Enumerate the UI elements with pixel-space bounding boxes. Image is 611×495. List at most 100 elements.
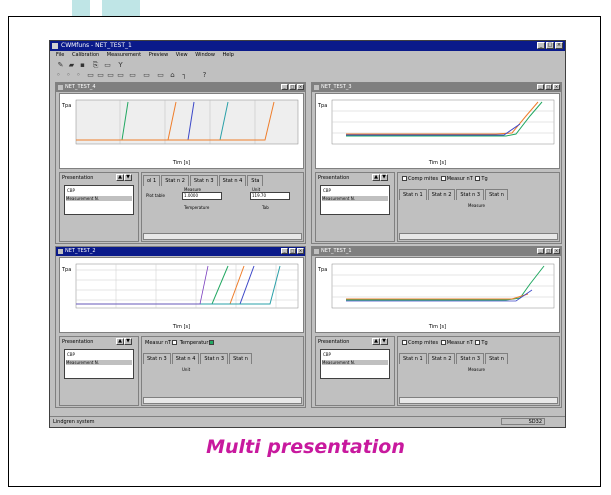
tg-checkbox[interactable]: [475, 176, 481, 181]
subwindow-net-test-3[interactable]: NET_TEST_3 _ □ × Tpa Tim [s] Presentation …: [311, 82, 562, 244]
export-icon[interactable]: ⎘: [91, 61, 100, 69]
filter-icon[interactable]: Y: [116, 61, 125, 69]
tab-station[interactable]: Stat n 3: [143, 353, 171, 364]
help-icon[interactable]: ?: [200, 71, 209, 79]
panel-down-button[interactable]: ▼: [124, 338, 132, 345]
tab-station[interactable]: Stat n 3: [189, 175, 218, 186]
tab-station[interactable]: Stat n 4: [171, 353, 200, 364]
panel-up-button[interactable]: ▲: [116, 338, 124, 345]
save-icon[interactable]: ▪: [78, 61, 87, 69]
horizontal-scrollbar[interactable]: [399, 397, 558, 404]
close-button[interactable]: ×: [555, 42, 563, 49]
tool-icon[interactable]: ▭: [128, 71, 137, 79]
print-icon[interactable]: ▭: [103, 61, 112, 69]
measur-nt-checkbox[interactable]: [440, 340, 446, 345]
panel-up-button[interactable]: ▲: [372, 338, 380, 345]
maximize-button[interactable]: □: [545, 84, 552, 90]
measur-nt-checkbox[interactable]: [440, 176, 446, 181]
panel-down-button[interactable]: ▼: [380, 338, 388, 345]
tab-station[interactable]: Stat n: [485, 353, 508, 364]
comp-mites-checkbox[interactable]: [402, 176, 407, 181]
list-item-selected[interactable]: Measurement N.: [66, 196, 132, 201]
measur-nt-checkbox[interactable]: [172, 340, 178, 345]
horizontal-scrollbar[interactable]: [143, 233, 302, 240]
menu-measurement[interactable]: Measurement: [107, 52, 141, 58]
subwindow-net-test-2[interactable]: NET_TEST_2 _ □ × Tpa Tim [s] Presentatio…: [55, 246, 306, 408]
tool-icon[interactable]: ◦: [64, 71, 73, 79]
open-icon[interactable]: ▰: [67, 61, 76, 69]
close-button[interactable]: ×: [297, 248, 304, 254]
horizontal-scrollbar[interactable]: [399, 233, 558, 240]
list-item[interactable]: CBP: [67, 352, 75, 357]
temperature-checkbox[interactable]: [209, 340, 215, 345]
presentation-list[interactable]: CBP Measurement N.: [64, 185, 134, 215]
list-item-selected[interactable]: Measurement N.: [66, 360, 132, 365]
tab-station[interactable]: Stat n: [485, 189, 508, 200]
panel-up-button[interactable]: ▲: [372, 174, 380, 181]
measure-field[interactable]: 1.0000: [182, 192, 222, 200]
app-icon: [52, 43, 58, 49]
menu-window[interactable]: Window: [195, 52, 215, 58]
menu-view[interactable]: View: [176, 52, 188, 58]
tool-icon[interactable]: ▭: [142, 71, 151, 79]
unit-field[interactable]: 119.70: [250, 192, 290, 200]
tool-icon[interactable]: ▭: [96, 71, 105, 79]
tab-station[interactable]: Stat n 2: [427, 353, 456, 364]
close-button[interactable]: ×: [297, 84, 304, 90]
horizontal-scrollbar[interactable]: [143, 397, 302, 404]
list-item[interactable]: CBP: [323, 352, 331, 357]
tab-station[interactable]: Stat n 3: [456, 189, 485, 200]
maximize-button[interactable]: □: [546, 42, 554, 49]
presentation-list[interactable]: CBP Measurement N.: [320, 349, 390, 379]
minimize-button[interactable]: _: [537, 248, 544, 254]
maximize-button[interactable]: □: [289, 84, 296, 90]
tool-icon[interactable]: ◦: [74, 71, 83, 79]
tab-station[interactable]: Sta: [247, 175, 264, 186]
menu-calibration[interactable]: Calibration: [72, 52, 99, 58]
tool-icon[interactable]: ▭: [106, 71, 115, 79]
minimize-button[interactable]: _: [537, 84, 544, 90]
subwindow-net-test-1[interactable]: NET_TEST_1 _ □ × Tpa Tim [s] Presentation …: [311, 246, 562, 408]
presentation-list[interactable]: CBP Measurement N.: [320, 185, 390, 215]
presentation-list[interactable]: CBP Measurement N.: [64, 349, 134, 379]
list-item[interactable]: CBP: [323, 188, 331, 193]
list-item-selected[interactable]: Measurement N.: [322, 196, 388, 201]
minimize-button[interactable]: _: [281, 248, 288, 254]
tab-station[interactable]: Stat n 2: [427, 189, 456, 200]
close-button[interactable]: ×: [553, 84, 560, 90]
tab-station[interactable]: Stat n 1: [399, 353, 427, 364]
maximize-button[interactable]: □: [289, 248, 296, 254]
tab-station[interactable]: Stat n 4: [218, 175, 247, 186]
tool-icon[interactable]: ▭: [116, 71, 125, 79]
tab-station[interactable]: Stat n: [229, 353, 252, 364]
menu-help[interactable]: Help: [223, 52, 234, 58]
tab-station[interactable]: Stat n 1: [399, 189, 427, 200]
new-icon[interactable]: ✎: [56, 61, 65, 69]
panel-down-button[interactable]: ▼: [380, 174, 388, 181]
tab-station[interactable]: Stat n 2: [161, 175, 189, 186]
tool-icon[interactable]: ▭: [156, 71, 165, 79]
tg-checkbox[interactable]: [475, 340, 481, 345]
panel-down-button[interactable]: ▼: [124, 174, 132, 181]
tab-station[interactable]: Stat n 3: [200, 353, 229, 364]
tab-station[interactable]: ol 1: [143, 175, 161, 186]
tool-icon[interactable]: ▭: [86, 71, 95, 79]
presentation-panel: Presentation ▲ ▼ CBP Measurement N.: [315, 336, 395, 406]
checkbox-label: Temperatur: [179, 340, 209, 346]
close-button[interactable]: ×: [553, 248, 560, 254]
tool-icon[interactable]: ⌂: [168, 71, 177, 79]
list-item-selected[interactable]: Measurement N.: [322, 360, 388, 365]
checkbox-label: Measur nT: [446, 176, 473, 182]
comp-mites-checkbox[interactable]: [402, 340, 407, 345]
minimize-button[interactable]: _: [281, 84, 288, 90]
menu-file[interactable]: File: [56, 52, 64, 58]
subwindow-net-test-4[interactable]: NET_TEST_4 _ □ × Tpa Tim [s] Presentation: [55, 82, 306, 244]
panel-up-button[interactable]: ▲: [116, 174, 124, 181]
tool-icon[interactable]: ◦: [54, 71, 63, 79]
list-item[interactable]: CBP: [67, 188, 75, 193]
tab-station[interactable]: Stat n 3: [456, 353, 485, 364]
tool-icon[interactable]: ┐: [180, 71, 189, 79]
minimize-button[interactable]: _: [537, 42, 545, 49]
maximize-button[interactable]: □: [545, 248, 552, 254]
menu-preview[interactable]: Preview: [149, 52, 168, 58]
